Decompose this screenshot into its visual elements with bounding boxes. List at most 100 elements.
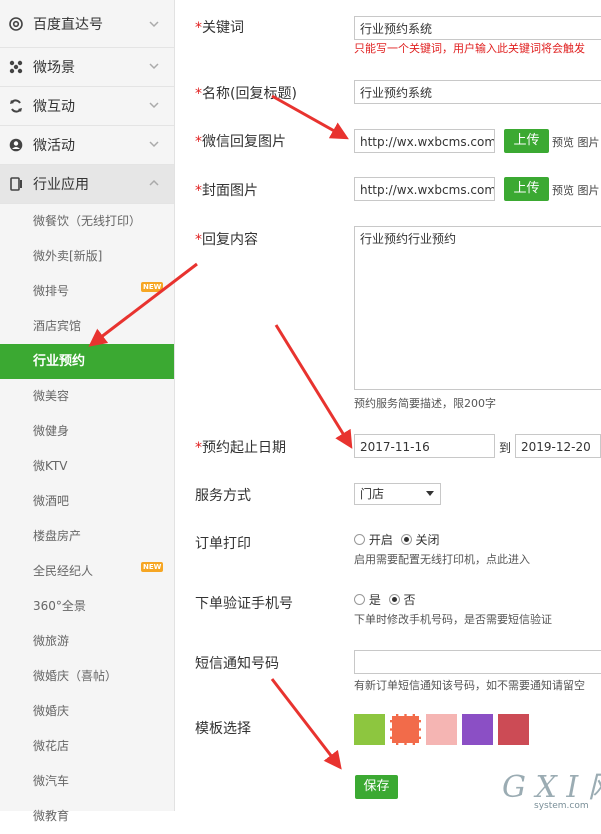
print-label: 订单打印 bbox=[195, 536, 251, 552]
phone-verify-label: 下单验证手机号 bbox=[195, 596, 293, 612]
nav-group-scene[interactable]: 微场景 bbox=[0, 48, 174, 87]
sidebar-item-wedding[interactable]: 微婚庆 bbox=[0, 694, 174, 729]
template-swatch[interactable] bbox=[498, 714, 529, 745]
sidebar-item-travel[interactable]: 微旅游 bbox=[0, 624, 174, 659]
cover-image-preview-link[interactable]: 预览 图片 bbox=[552, 182, 600, 198]
sidebar-item-bar[interactable]: 微酒吧 bbox=[0, 484, 174, 519]
nav-group-label: 百度直达号 bbox=[33, 16, 103, 33]
sidebar-item-label: 微教育 bbox=[33, 809, 70, 823]
sidebar-item-label: 微酒吧 bbox=[33, 494, 70, 508]
sidebar-item-label: 全民经纪人 bbox=[33, 564, 94, 578]
print-hint[interactable]: 启用需要配置无线打印机，点此进入 bbox=[354, 551, 530, 567]
nav-group-activity[interactable]: 微活动 bbox=[0, 126, 174, 165]
sidebar-item-label: 酒店宾馆 bbox=[33, 319, 82, 333]
start-date-input[interactable]: 2017-11-16 bbox=[354, 434, 495, 458]
phone-verify-yes-radio[interactable] bbox=[354, 594, 365, 605]
sidebar-item-panorama[interactable]: 360°全景 bbox=[0, 589, 174, 624]
phone-verify-radio-group: 是 否 bbox=[354, 591, 416, 608]
service-select[interactable]: 门店 bbox=[354, 483, 441, 505]
sidebar-item-education[interactable]: 微教育 bbox=[0, 799, 174, 834]
template-swatch[interactable] bbox=[390, 714, 421, 745]
sms-label: 短信通知号码 bbox=[195, 656, 279, 672]
dates-label: *预约起止日期 bbox=[195, 440, 286, 456]
cover-image-url-input[interactable]: http://wx.wxbcms.com/ bbox=[354, 177, 495, 201]
keyword-label: *关键词 bbox=[195, 20, 244, 36]
content-textarea[interactable]: 行业预约行业预约 bbox=[354, 226, 601, 390]
nav-group-interact[interactable]: 微互动 bbox=[0, 87, 174, 126]
wechat-image-url-input[interactable]: http://wx.wxbcms.com/ bbox=[354, 129, 495, 153]
phone-verify-hint: 下单时修改手机号码，是否需要短信验证 bbox=[354, 613, 552, 626]
svg-text:system.com: system.com bbox=[534, 801, 589, 811]
wechat-image-preview-link[interactable]: 预览 图片 bbox=[552, 134, 600, 150]
chevron-down-icon bbox=[149, 102, 159, 109]
wechat-image-upload-button[interactable]: 上传 bbox=[504, 129, 549, 153]
sidebar-item-realestate[interactable]: 楼盘房产 bbox=[0, 519, 174, 554]
nav-group-label: 行业应用 bbox=[33, 177, 89, 193]
person-icon bbox=[9, 138, 23, 152]
end-date-input[interactable]: 2019-12-20 bbox=[515, 434, 601, 458]
sidebar-item-queue[interactable]: 微排号 NEW bbox=[0, 274, 174, 309]
content-hint: 预约服务简要描述，限200字 bbox=[354, 397, 496, 410]
sidebar-item-hotel[interactable]: 酒店宾馆 bbox=[0, 309, 174, 344]
print-off-radio[interactable] bbox=[400, 534, 412, 545]
template-swatch[interactable] bbox=[354, 714, 385, 745]
sidebar-item-label: 微餐饮（无线打印） bbox=[33, 214, 142, 228]
sms-hint: 有新订单短信通知该号码，如不需要通知请留空 bbox=[354, 679, 585, 692]
sidebar-item-label: 微KTV bbox=[33, 459, 68, 473]
phone-verify-no-label: 否 bbox=[403, 593, 416, 607]
cluster-icon bbox=[9, 60, 23, 74]
sidebar-item-booking[interactable]: 行业预约 bbox=[0, 344, 174, 379]
sidebar-item-ktv[interactable]: 微KTV bbox=[0, 449, 174, 484]
service-label: 服务方式 bbox=[195, 488, 251, 504]
sidebar-item-label: 微旅游 bbox=[33, 634, 70, 648]
sidebar-item-label: 楼盘房产 bbox=[33, 529, 82, 543]
sidebar-item-takeout[interactable]: 微外卖[新版] bbox=[0, 239, 174, 274]
refresh-icon bbox=[9, 99, 23, 113]
wechat-image-label: *微信回复图片 bbox=[195, 134, 286, 150]
nav-group-label: 微活动 bbox=[33, 138, 75, 154]
chevron-down-icon bbox=[149, 63, 159, 70]
name-input[interactable]: 行业预约系统 bbox=[354, 80, 601, 104]
save-button[interactable]: 保存 bbox=[355, 775, 398, 799]
service-selected-value: 门店 bbox=[360, 487, 385, 501]
dropdown-arrow-icon bbox=[426, 491, 434, 496]
svg-text:G X I 网: G X I 网 bbox=[502, 770, 601, 805]
sidebar-item-catering[interactable]: 微餐饮（无线打印） bbox=[0, 204, 174, 239]
template-swatch[interactable] bbox=[462, 714, 493, 745]
date-separator: 到 bbox=[499, 441, 512, 455]
phone-verify-no-radio[interactable] bbox=[388, 594, 400, 605]
nav-group-label: 微场景 bbox=[33, 60, 75, 76]
mobile-icon bbox=[9, 177, 23, 191]
cover-image-label: *封面图片 bbox=[195, 183, 258, 199]
sidebar-item-fitness[interactable]: 微健身 bbox=[0, 414, 174, 449]
new-badge: NEW bbox=[141, 562, 164, 572]
sidebar-item-broker[interactable]: 全民经纪人 NEW bbox=[0, 554, 174, 589]
template-swatch[interactable] bbox=[426, 714, 457, 745]
chevron-up-icon bbox=[149, 179, 159, 186]
template-label: 模板选择 bbox=[195, 721, 251, 737]
chevron-down-icon bbox=[149, 141, 159, 148]
sidebar-item-wedding-invite[interactable]: 微婚庆（喜帖） bbox=[0, 659, 174, 694]
phone-verify-yes-label: 是 bbox=[368, 593, 381, 607]
nav-group-baidu[interactable]: 百度直达号 bbox=[0, 0, 174, 48]
at-sign-icon bbox=[9, 16, 23, 31]
sms-phone-input[interactable] bbox=[354, 650, 601, 674]
sidebar-item-label: 行业预约 bbox=[33, 354, 86, 369]
sidebar-item-label: 微婚庆（喜帖） bbox=[33, 669, 118, 683]
nav-group-industry[interactable]: 行业应用 bbox=[0, 165, 174, 204]
print-radio-group: 开启 关闭 bbox=[354, 531, 440, 548]
sidebar-item-beauty[interactable]: 微美容 bbox=[0, 379, 174, 414]
sidebar-item-auto[interactable]: 微汽车 bbox=[0, 764, 174, 799]
chevron-down-icon bbox=[149, 21, 159, 28]
keyword-hint: 只能写一个关键词，用户输入此关键词将会触发 bbox=[354, 42, 585, 55]
sidebar-item-florist[interactable]: 微花店 bbox=[0, 729, 174, 764]
print-on-radio[interactable] bbox=[354, 534, 365, 545]
sidebar-item-label: 微美容 bbox=[33, 389, 70, 403]
content-label: *回复内容 bbox=[195, 232, 258, 248]
keyword-input[interactable]: 行业预约系统 bbox=[354, 16, 601, 40]
sidebar-item-label: 微健身 bbox=[33, 424, 70, 438]
booking-form: *关键词 行业预约系统 只能写一个关键词，用户输入此关键词将会触发 *名称(回复… bbox=[175, 0, 601, 811]
cover-image-upload-button[interactable]: 上传 bbox=[504, 177, 549, 201]
sidebar-item-label: 微外卖[新版] bbox=[33, 249, 103, 263]
sidebar-item-label: 微排号 bbox=[33, 284, 70, 298]
